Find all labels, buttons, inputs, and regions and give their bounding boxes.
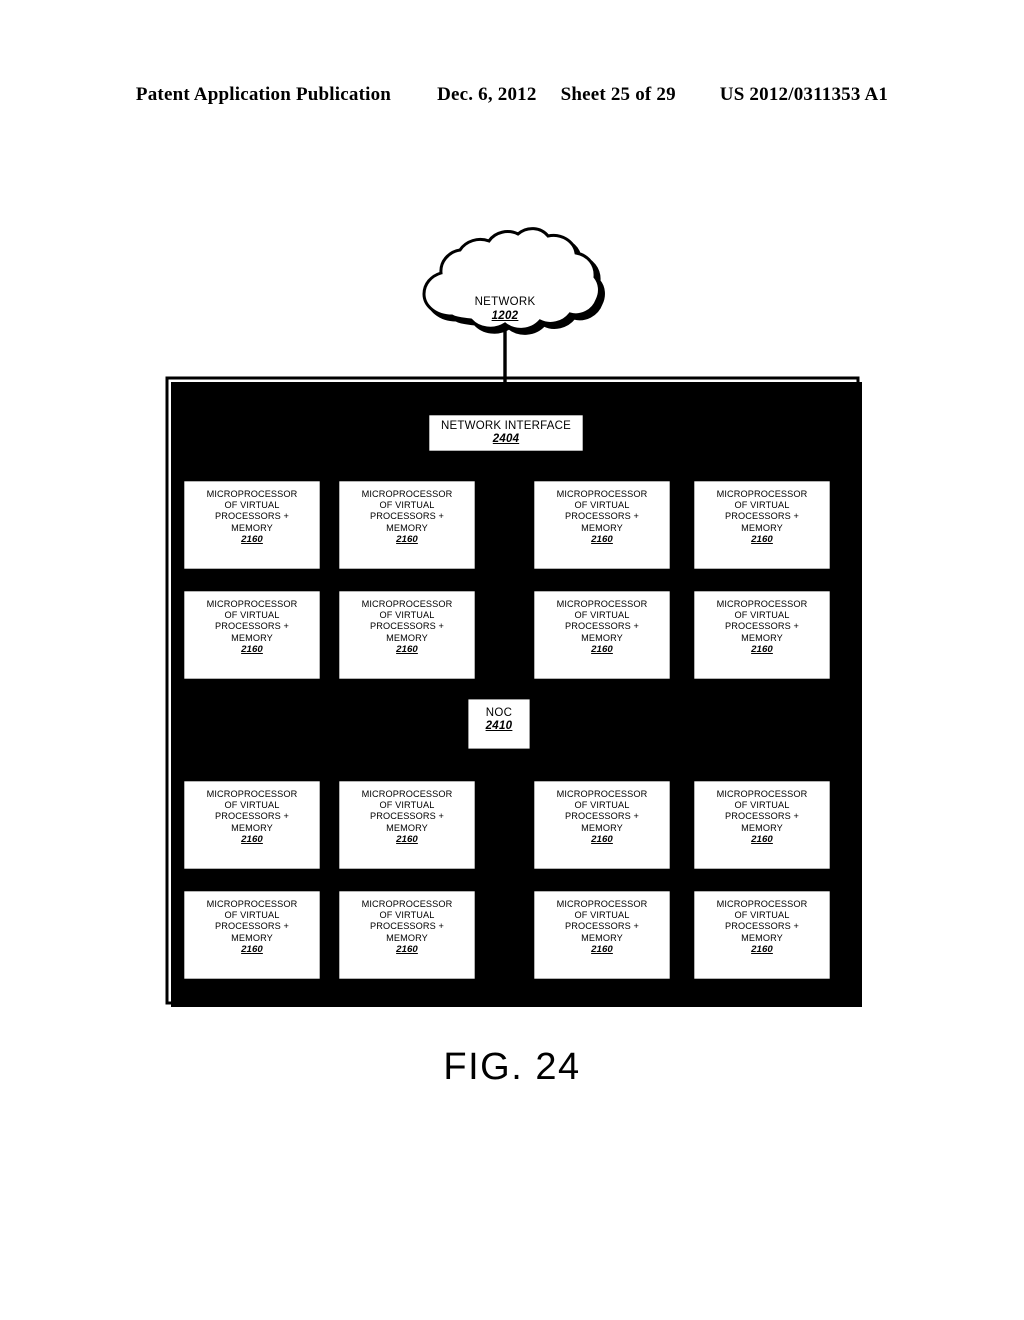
processor-box-r2c2[interactable] <box>336 588 478 682</box>
processor-box-r2c4[interactable] <box>691 588 833 682</box>
processor-box-r1c1[interactable] <box>181 478 323 572</box>
processor-box-r3c2[interactable] <box>336 778 478 872</box>
processor-box-r3c1[interactable] <box>181 778 323 872</box>
network-cloud-shape <box>422 227 601 331</box>
processor-box-r1c4[interactable] <box>691 478 833 572</box>
chip-ref: 2400 <box>806 385 837 399</box>
diagram-canvas <box>165 227 862 1007</box>
processor-box-r1c3[interactable] <box>531 478 673 572</box>
processor-box-r4c2[interactable] <box>336 888 478 982</box>
chip-title-text: MULTI-CORE SYSTEM-ON-CHIP <box>592 385 791 399</box>
noc-box[interactable] <box>465 696 533 752</box>
processor-box-r4c4[interactable] <box>691 888 833 982</box>
figure-caption: FIG. 24 <box>443 1046 581 1088</box>
chip-title: MULTI-CORE SYSTEM-ON-CHIP 2400 <box>592 385 836 399</box>
processor-box-r4c1[interactable] <box>181 888 323 982</box>
figure-24-diagram: NETWORK 1202 MULTI-CORE SYSTEM-ON-CHIP 24… <box>0 0 1024 1320</box>
processor-box-r4c3[interactable] <box>531 888 673 982</box>
processor-box-r1c2[interactable] <box>336 478 478 572</box>
processor-box-r2c1[interactable] <box>181 588 323 682</box>
processor-box-r3c4[interactable] <box>691 778 833 872</box>
processor-box-r3c3[interactable] <box>531 778 673 872</box>
network-interface-box[interactable] <box>426 412 586 454</box>
processor-box-r2c3[interactable] <box>531 588 673 682</box>
